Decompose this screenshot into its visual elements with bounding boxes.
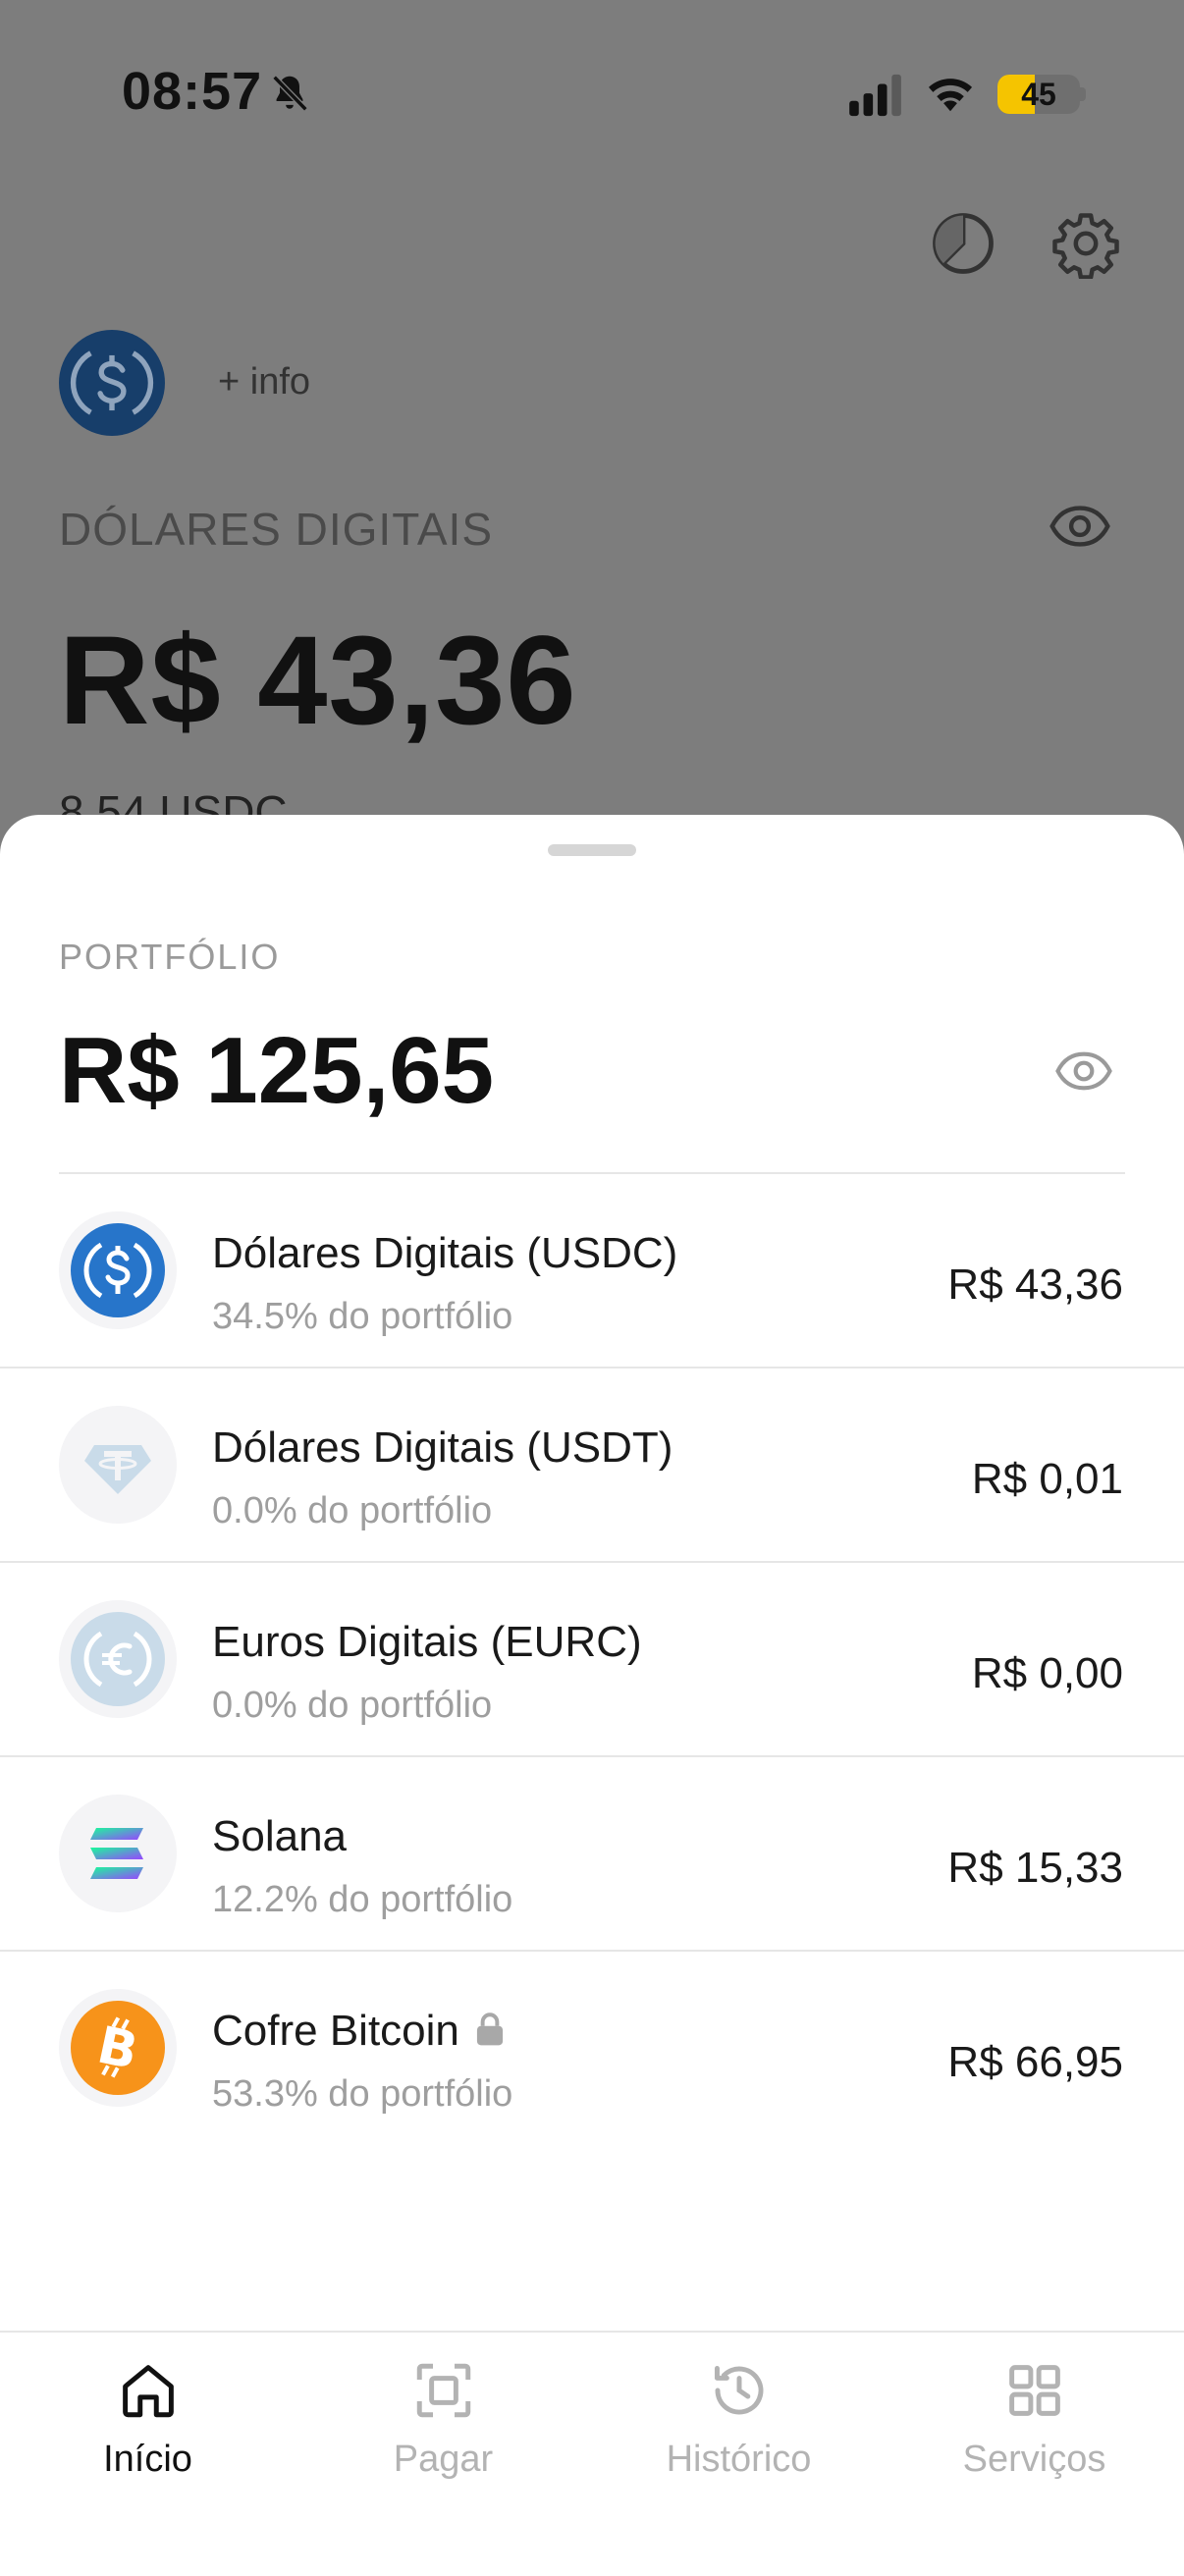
- tab-label: Serviços: [962, 2439, 1106, 2480]
- asset-name-text: Cofre Bitcoin: [212, 2007, 459, 2055]
- more-info-link[interactable]: + info: [218, 361, 310, 403]
- eye-icon[interactable]: [1054, 1046, 1113, 1096]
- tab-label: Início: [103, 2439, 192, 2480]
- wifi-icon: [928, 79, 973, 112]
- asset-percent: 0.0% do portfólio: [212, 1490, 493, 1531]
- usdt-icon: [59, 1406, 177, 1524]
- asset-row-bitcoin[interactable]: B Cofre Bitcoin 53.3% do portfólio R$ 66…: [0, 1952, 1184, 2144]
- wallet-balance: R$ 43,36: [59, 611, 577, 751]
- tab-pagar[interactable]: Pagar: [296, 2333, 591, 2529]
- battery-percent: 45: [1021, 77, 1056, 112]
- solana-icon: [59, 1795, 177, 1912]
- portfolio-label: PORTFÓLIO: [59, 937, 281, 977]
- asset-percent: 53.3% do portfólio: [212, 2073, 513, 2115]
- bottom-tab-bar: Início Pagar Histórico Serviços: [0, 2331, 1184, 2576]
- battery-tip: [1080, 87, 1086, 101]
- tab-label: Histórico: [666, 2439, 812, 2480]
- tab-inicio[interactable]: Início: [0, 2333, 296, 2529]
- battery-icon: 45: [997, 75, 1080, 114]
- tab-label: Pagar: [393, 2439, 494, 2480]
- scan-icon: [416, 2363, 471, 2418]
- history-icon: [714, 2365, 764, 2415]
- asset-row-usdc[interactable]: Dólares Digitais (USDC) 34.5% do portfól…: [0, 1174, 1184, 1368]
- bell-slash-icon: [272, 75, 308, 112]
- portfolio-total: R$ 125,65: [59, 1018, 495, 1123]
- status-time: 08:57: [122, 62, 263, 121]
- asset-percent: 12.2% do portfólio: [212, 1879, 513, 1920]
- eurc-icon: [59, 1600, 177, 1718]
- asset-name: Cofre Bitcoin: [212, 2007, 507, 2056]
- lock-icon: [476, 2012, 503, 2046]
- asset-name: Solana: [212, 1812, 348, 1860]
- eye-icon[interactable]: [1049, 501, 1111, 552]
- status-bar: 08:57 45: [0, 0, 1184, 187]
- asset-value: R$ 0,00: [971, 1649, 1123, 1697]
- asset-row-eurc[interactable]: Euros Digitais (EURC) 0.0% do portfólio …: [0, 1563, 1184, 1757]
- home-icon: [123, 2365, 174, 2418]
- asset-list: Dólares Digitais (USDC) 34.5% do portfól…: [0, 1174, 1184, 2144]
- asset-value: R$ 43,36: [947, 1261, 1123, 1309]
- asset-value: R$ 15,33: [947, 1844, 1123, 1892]
- portfolio-sheet: PORTFÓLIO R$ 125,65 Dólares Digitais (US…: [0, 815, 1184, 2574]
- usdc-icon: [59, 1211, 177, 1329]
- sheet-drag-handle[interactable]: [548, 844, 636, 856]
- asset-name: Dólares Digitais (USDT): [212, 1423, 673, 1472]
- wallet-category-label: DÓLARES DIGITAIS: [59, 504, 494, 555]
- asset-row-solana[interactable]: Solana 12.2% do portfólio R$ 15,33: [0, 1757, 1184, 1952]
- asset-percent: 34.5% do portfólio: [212, 1296, 513, 1337]
- asset-name: Dólares Digitais (USDC): [212, 1229, 678, 1277]
- bitcoin-icon: B: [59, 1989, 177, 2107]
- asset-row-usdt[interactable]: Dólares Digitais (USDT) 0.0% do portfóli…: [0, 1368, 1184, 1563]
- tab-servicos[interactable]: Serviços: [887, 2333, 1182, 2529]
- usdc-hero-icon: [59, 330, 165, 436]
- pie-chart-icon[interactable]: [928, 208, 998, 279]
- signal-icon: [849, 74, 901, 117]
- asset-name: Euros Digitais (EURC): [212, 1618, 642, 1666]
- grid-icon: [1009, 2365, 1060, 2416]
- asset-percent: 0.0% do portfólio: [212, 1685, 493, 1726]
- asset-value: R$ 66,95: [947, 2038, 1123, 2086]
- asset-value: R$ 0,01: [971, 1455, 1123, 1503]
- gear-icon[interactable]: [1050, 208, 1121, 279]
- tab-historico[interactable]: Histórico: [591, 2333, 887, 2529]
